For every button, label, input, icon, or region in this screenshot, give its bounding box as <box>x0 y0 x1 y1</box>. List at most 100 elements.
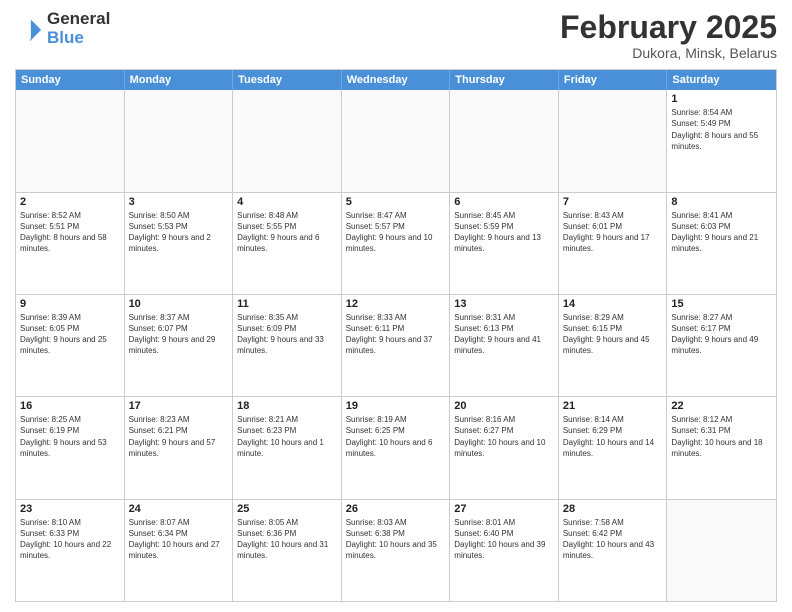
day-number: 13 <box>454 298 554 310</box>
day-info: Sunrise: 8:50 AM Sunset: 5:53 PM Dayligh… <box>129 210 229 255</box>
calendar-cell: 22 Sunrise: 8:12 AM Sunset: 6:31 PM Dayli… <box>667 397 776 498</box>
day-number: 14 <box>563 298 663 310</box>
day-info: Sunrise: 8:27 AM Sunset: 6:17 PM Dayligh… <box>671 312 772 357</box>
page-header: General Blue February 2025 Dukora, Minsk… <box>15 10 777 61</box>
calendar-row: 9 Sunrise: 8:39 AM Sunset: 6:05 PM Daylig… <box>16 295 776 397</box>
header-day: Tuesday <box>233 70 342 90</box>
day-number: 25 <box>237 503 337 515</box>
calendar-cell: 15 Sunrise: 8:27 AM Sunset: 6:17 PM Dayli… <box>667 295 776 396</box>
day-number: 27 <box>454 503 554 515</box>
calendar-cell: 4 Sunrise: 8:48 AM Sunset: 5:55 PM Daylig… <box>233 193 342 294</box>
day-number: 20 <box>454 400 554 412</box>
logo-icon <box>15 15 43 43</box>
header-day: Saturday <box>667 70 776 90</box>
calendar-cell: 26 Sunrise: 8:03 AM Sunset: 6:38 PM Dayli… <box>342 500 451 601</box>
location: Dukora, Minsk, Belarus <box>560 45 777 61</box>
header-day: Wednesday <box>342 70 451 90</box>
header-day: Monday <box>125 70 234 90</box>
day-number: 7 <box>563 196 663 208</box>
day-info: Sunrise: 8:33 AM Sunset: 6:11 PM Dayligh… <box>346 312 446 357</box>
day-info: Sunrise: 8:54 AM Sunset: 5:49 PM Dayligh… <box>671 107 772 152</box>
logo-blue: Blue <box>47 29 110 48</box>
day-number: 3 <box>129 196 229 208</box>
header-day: Sunday <box>16 70 125 90</box>
day-number: 19 <box>346 400 446 412</box>
calendar-cell: 23Sunrise: 8:10 AM Sunset: 6:33 PM Dayli… <box>16 500 125 601</box>
day-info: Sunrise: 8:12 AM Sunset: 6:31 PM Dayligh… <box>671 414 772 459</box>
logo-general: General <box>47 10 110 29</box>
calendar-cell <box>559 90 668 191</box>
day-info: Sunrise: 8:45 AM Sunset: 5:59 PM Dayligh… <box>454 210 554 255</box>
day-number: 28 <box>563 503 663 515</box>
day-info: Sunrise: 8:37 AM Sunset: 6:07 PM Dayligh… <box>129 312 229 357</box>
day-number: 9 <box>20 298 120 310</box>
calendar-cell: 25 Sunrise: 8:05 AM Sunset: 6:36 PM Dayli… <box>233 500 342 601</box>
day-number: 6 <box>454 196 554 208</box>
day-info: Sunrise: 8:14 AM Sunset: 6:29 PM Dayligh… <box>563 414 663 459</box>
calendar-cell: 9 Sunrise: 8:39 AM Sunset: 6:05 PM Daylig… <box>16 295 125 396</box>
calendar-cell: 5Sunrise: 8:47 AM Sunset: 5:57 PM Daylig… <box>342 193 451 294</box>
calendar-cell <box>667 500 776 601</box>
day-info: Sunrise: 8:10 AM Sunset: 6:33 PM Dayligh… <box>20 517 120 562</box>
title-block: February 2025 Dukora, Minsk, Belarus <box>560 10 777 61</box>
day-number: 15 <box>671 298 772 310</box>
calendar-cell: 20 Sunrise: 8:16 AM Sunset: 6:27 PM Dayli… <box>450 397 559 498</box>
calendar-cell <box>16 90 125 191</box>
day-number: 18 <box>237 400 337 412</box>
day-info: Sunrise: 8:41 AM Sunset: 6:03 PM Dayligh… <box>671 210 772 255</box>
day-number: 26 <box>346 503 446 515</box>
calendar-cell: 10 Sunrise: 8:37 AM Sunset: 6:07 PM Dayli… <box>125 295 234 396</box>
day-number: 1 <box>671 93 772 105</box>
day-info: Sunrise: 8:47 AM Sunset: 5:57 PM Dayligh… <box>346 210 446 255</box>
day-info: Sunrise: 8:43 AM Sunset: 6:01 PM Dayligh… <box>563 210 663 255</box>
day-number: 8 <box>671 196 772 208</box>
calendar-cell: 18 Sunrise: 8:21 AM Sunset: 6:23 PM Dayli… <box>233 397 342 498</box>
calendar-row: 2Sunrise: 8:52 AM Sunset: 5:51 PM Daylig… <box>16 193 776 295</box>
calendar-header: SundayMondayTuesdayWednesdayThursdayFrid… <box>16 70 776 90</box>
calendar-cell: 28 Sunrise: 7:58 AM Sunset: 6:42 PM Dayli… <box>559 500 668 601</box>
day-info: Sunrise: 8:16 AM Sunset: 6:27 PM Dayligh… <box>454 414 554 459</box>
day-info: Sunrise: 8:07 AM Sunset: 6:34 PM Dayligh… <box>129 517 229 562</box>
calendar-cell: 12Sunrise: 8:33 AM Sunset: 6:11 PM Dayli… <box>342 295 451 396</box>
header-day: Thursday <box>450 70 559 90</box>
header-day: Friday <box>559 70 668 90</box>
day-info: Sunrise: 8:19 AM Sunset: 6:25 PM Dayligh… <box>346 414 446 459</box>
calendar-cell: 27 Sunrise: 8:01 AM Sunset: 6:40 PM Dayli… <box>450 500 559 601</box>
day-info: Sunrise: 8:48 AM Sunset: 5:55 PM Dayligh… <box>237 210 337 255</box>
calendar-cell: 11 Sunrise: 8:35 AM Sunset: 6:09 PM Dayli… <box>233 295 342 396</box>
day-info: Sunrise: 8:25 AM Sunset: 6:19 PM Dayligh… <box>20 414 120 459</box>
calendar-row: 23Sunrise: 8:10 AM Sunset: 6:33 PM Dayli… <box>16 500 776 601</box>
day-number: 22 <box>671 400 772 412</box>
day-number: 17 <box>129 400 229 412</box>
day-number: 11 <box>237 298 337 310</box>
day-info: Sunrise: 8:23 AM Sunset: 6:21 PM Dayligh… <box>129 414 229 459</box>
calendar-row: 16Sunrise: 8:25 AM Sunset: 6:19 PM Dayli… <box>16 397 776 499</box>
calendar-cell: 2Sunrise: 8:52 AM Sunset: 5:51 PM Daylig… <box>16 193 125 294</box>
day-info: Sunrise: 8:35 AM Sunset: 6:09 PM Dayligh… <box>237 312 337 357</box>
calendar-cell <box>342 90 451 191</box>
calendar: SundayMondayTuesdayWednesdayThursdayFrid… <box>15 69 777 602</box>
calendar-cell: 17 Sunrise: 8:23 AM Sunset: 6:21 PM Dayli… <box>125 397 234 498</box>
day-number: 2 <box>20 196 120 208</box>
logo-text: General Blue <box>47 10 110 47</box>
day-info: Sunrise: 8:03 AM Sunset: 6:38 PM Dayligh… <box>346 517 446 562</box>
logo: General Blue <box>15 10 110 47</box>
calendar-cell <box>450 90 559 191</box>
day-info: Sunrise: 8:01 AM Sunset: 6:40 PM Dayligh… <box>454 517 554 562</box>
day-number: 4 <box>237 196 337 208</box>
day-info: Sunrise: 7:58 AM Sunset: 6:42 PM Dayligh… <box>563 517 663 562</box>
calendar-cell: 13 Sunrise: 8:31 AM Sunset: 6:13 PM Dayli… <box>450 295 559 396</box>
day-info: Sunrise: 8:05 AM Sunset: 6:36 PM Dayligh… <box>237 517 337 562</box>
calendar-cell: 1 Sunrise: 8:54 AM Sunset: 5:49 PM Daylig… <box>667 90 776 191</box>
calendar-cell: 7 Sunrise: 8:43 AM Sunset: 6:01 PM Daylig… <box>559 193 668 294</box>
calendar-cell <box>233 90 342 191</box>
day-info: Sunrise: 8:39 AM Sunset: 6:05 PM Dayligh… <box>20 312 120 357</box>
day-info: Sunrise: 8:31 AM Sunset: 6:13 PM Dayligh… <box>454 312 554 357</box>
calendar-cell: 14Sunrise: 8:29 AM Sunset: 6:15 PM Dayli… <box>559 295 668 396</box>
day-number: 10 <box>129 298 229 310</box>
day-info: Sunrise: 8:21 AM Sunset: 6:23 PM Dayligh… <box>237 414 337 459</box>
day-number: 21 <box>563 400 663 412</box>
calendar-cell: 24Sunrise: 8:07 AM Sunset: 6:34 PM Dayli… <box>125 500 234 601</box>
calendar-cell: 16Sunrise: 8:25 AM Sunset: 6:19 PM Dayli… <box>16 397 125 498</box>
calendar-cell: 21 Sunrise: 8:14 AM Sunset: 6:29 PM Dayli… <box>559 397 668 498</box>
